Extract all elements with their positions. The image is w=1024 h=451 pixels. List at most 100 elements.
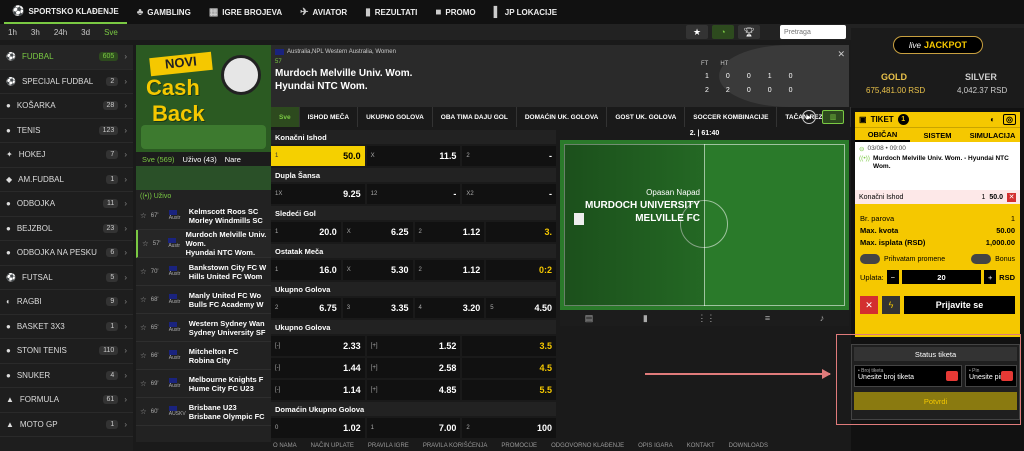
odd-button[interactable]: 1 20.0	[271, 222, 341, 242]
bet-tab[interactable]: GOST UK. GOLOVA	[607, 107, 686, 127]
sidebar-item-odbojka-na-pesku[interactable]: ● ODBOJKA NA PESKU 6 ›	[0, 241, 133, 266]
star-icon[interactable]: ☆	[140, 323, 147, 332]
tab-all-events[interactable]: Sve (569)	[142, 155, 175, 164]
star-icon[interactable]: ☆	[140, 211, 147, 220]
filter-all[interactable]: Sve	[104, 28, 118, 37]
footer-link[interactable]: PROMOCIJE	[501, 443, 537, 449]
odd-button[interactable]: 3.5	[462, 336, 557, 356]
event-row[interactable]: ☆ 69' Austr Melbourne Knights F Hume City FC…	[136, 370, 271, 398]
odd-button[interactable]: 2 1.12	[414, 222, 485, 242]
odd-button[interactable]: 2 100	[462, 418, 557, 438]
odd-button[interactable]: X 5.30	[342, 260, 413, 280]
sidebar-item-specijal-fudbal[interactable]: ⚽ SPECIJAL FUDBAL 2 ›	[0, 70, 133, 94]
sidebar-item-ragbi[interactable]: ◐ RAGBI 9 ›	[0, 290, 133, 315]
nav-sports[interactable]: ⚽ SPORTSKO KLAĐENJE	[4, 0, 127, 24]
odd-button[interactable]: 4 3.20	[414, 298, 485, 318]
odd-button[interactable]: 0 1.02	[271, 418, 365, 438]
accept-changes-toggle[interactable]	[860, 254, 880, 264]
filter-24h[interactable]: 24h	[54, 28, 67, 37]
event-row[interactable]: ☆ 65' Austr Western Sydney Wan Sydney Univer…	[136, 314, 271, 342]
bonus-toggle[interactable]	[971, 254, 992, 264]
odd-button[interactable]: 0:2	[486, 260, 556, 280]
bet-tab[interactable]: ISHOD MEČA	[300, 107, 359, 127]
audio-icon[interactable]: ♪	[820, 313, 825, 323]
nav-promo[interactable]: ■ PROMO	[427, 0, 483, 24]
nav-locations[interactable]: ▌ JP LOKACIJE	[486, 0, 565, 24]
odd-button[interactable]: X 11.5	[366, 146, 461, 166]
bet-tab[interactable]: DOMAĆIN UK. GOLOVA	[517, 107, 608, 127]
star-icon[interactable]: ☆	[140, 267, 147, 276]
filter-1h[interactable]: 1h	[8, 28, 17, 37]
odd-button[interactable]: 4.5	[462, 358, 557, 378]
event-row[interactable]: ☆ 67' Austr Kelmscott Roos SC Morley Windmil…	[136, 202, 271, 230]
event-row[interactable]: ☆ 66' Austr Mitchelton FC Robina City	[136, 342, 271, 370]
filter-3h[interactable]: 3h	[31, 28, 40, 37]
odd-button[interactable]: X2 -	[462, 184, 557, 204]
quick-bet-button[interactable]: ϟ	[882, 296, 900, 314]
stats-icon[interactable]: ▮	[643, 313, 648, 324]
favorites-button[interactable]: ★	[686, 25, 708, 39]
sidebar-item-bejzbol[interactable]: ● BEJZBOL 23 ›	[0, 217, 133, 241]
odd-button[interactable]: [-] 1.44	[271, 358, 365, 378]
footer-link[interactable]: DOWNLOADS	[729, 443, 768, 449]
nav-number-games[interactable]: ▦ IGRE BROJEVA	[201, 0, 290, 24]
footer-link[interactable]: NAČIN UPLATE	[311, 443, 354, 449]
sidebar-item-basket-3x3[interactable]: ● BASKET 3X3 1 ›	[0, 315, 133, 339]
nav-results[interactable]: ▮ REZULTATI	[357, 0, 425, 24]
star-icon[interactable]: ☆	[140, 379, 147, 388]
tab-next-events[interactable]: Nare	[225, 155, 241, 164]
sidebar-item-am-fudbal[interactable]: ◆ AM.FUDBAL 1 ›	[0, 168, 133, 192]
stake-input[interactable]: 20	[901, 270, 982, 284]
cashback-banner[interactable]: NOVI Cash Back	[136, 45, 271, 152]
odd-button[interactable]: 12 -	[366, 184, 461, 204]
field-view-button[interactable]: ▥	[822, 110, 844, 124]
clear-ticket-button[interactable]: ✕	[860, 296, 878, 314]
footer-link[interactable]: PRAVILA IGRE	[368, 443, 409, 449]
bet-tab[interactable]: UKUPNO GOLOVA	[358, 107, 433, 127]
delete-selection-icon[interactable]: ✕	[1007, 192, 1016, 202]
sidebar-item-hokej[interactable]: ✦ HOKEJ 7 ›	[0, 143, 133, 168]
bet-tab[interactable]: SOCCER KOMBINACIJE	[685, 107, 778, 127]
star-icon[interactable]: ☆	[140, 351, 147, 360]
sidebar-item-snuker[interactable]: ● SNUKER 4 ›	[0, 364, 133, 388]
sidebar-item-stoni-tenis[interactable]: ● STONI TENIS 110 ›	[0, 339, 133, 364]
bet-tab[interactable]: OBA TIMA DAJU GOL	[433, 107, 517, 127]
play-icon[interactable]: ▶	[802, 110, 816, 124]
odd-button[interactable]: 1 50.0	[271, 146, 365, 166]
sidebar-item-ko-arka[interactable]: ● KOŠARKA 28 ›	[0, 94, 133, 119]
odd-button[interactable]: 3.	[486, 222, 556, 242]
odd-button[interactable]: [-] 1.14	[271, 380, 365, 400]
sidebar-item-odbojka[interactable]: ● ODBOJKA 11 ›	[0, 192, 133, 217]
footer-link[interactable]: ODGOVORNO KLAĐENJE	[551, 443, 624, 449]
remove-icon[interactable]: ⊖	[859, 145, 864, 153]
event-row[interactable]: ☆ 70' Austr Bankstown City FC W Hills United…	[136, 258, 271, 286]
stake-plus-button[interactable]: +	[984, 270, 997, 284]
submit-ticket-button[interactable]: Prijavite se	[904, 296, 1015, 314]
tab-simulacija[interactable]: SIMULACIJA	[965, 128, 1020, 142]
odd-button[interactable]: X 6.25	[342, 222, 413, 242]
odd-button[interactable]: 1 7.00	[366, 418, 461, 438]
footer-link[interactable]: PRAVILA KORIŠĆENJA	[423, 443, 488, 449]
lineup-icon[interactable]: ⋮⋮	[697, 313, 715, 324]
odd-button[interactable]: 1X 9.25	[271, 184, 365, 204]
list-icon[interactable]: ≡	[765, 313, 770, 323]
stake-minus-button[interactable]: −	[886, 270, 899, 284]
live-clock-button[interactable]: ◔	[712, 25, 734, 39]
odd-button[interactable]: [+] 4.85	[366, 380, 461, 400]
star-icon[interactable]: ☆	[142, 239, 149, 248]
odd-button[interactable]: 1 16.0	[271, 260, 341, 280]
nav-aviator[interactable]: ✈ AVIATOR	[292, 0, 355, 24]
toggle-icon[interactable]: ◐	[990, 115, 995, 124]
odd-button[interactable]: 2-	[462, 146, 557, 166]
star-icon[interactable]: ☆	[140, 407, 147, 416]
close-icon[interactable]: ✕	[837, 49, 845, 60]
camera-icon[interactable]: ◎	[1003, 114, 1016, 125]
pitch-view-icon[interactable]: ▤	[585, 313, 594, 324]
tab-obican[interactable]: OBIČAN	[855, 128, 910, 142]
tab-sistem[interactable]: SISTEM	[910, 128, 965, 142]
odd-button[interactable]: 2 1.12	[414, 260, 485, 280]
event-row[interactable]: ☆ 60' AUSKV Brisbane U23 Brisbane Olympic FC	[136, 398, 271, 426]
sidebar-item-formula[interactable]: ▲ FORMULA 61 ›	[0, 388, 133, 413]
odd-button[interactable]: [+] 2.58	[366, 358, 461, 378]
footer-link[interactable]: O NAMA	[273, 443, 297, 449]
